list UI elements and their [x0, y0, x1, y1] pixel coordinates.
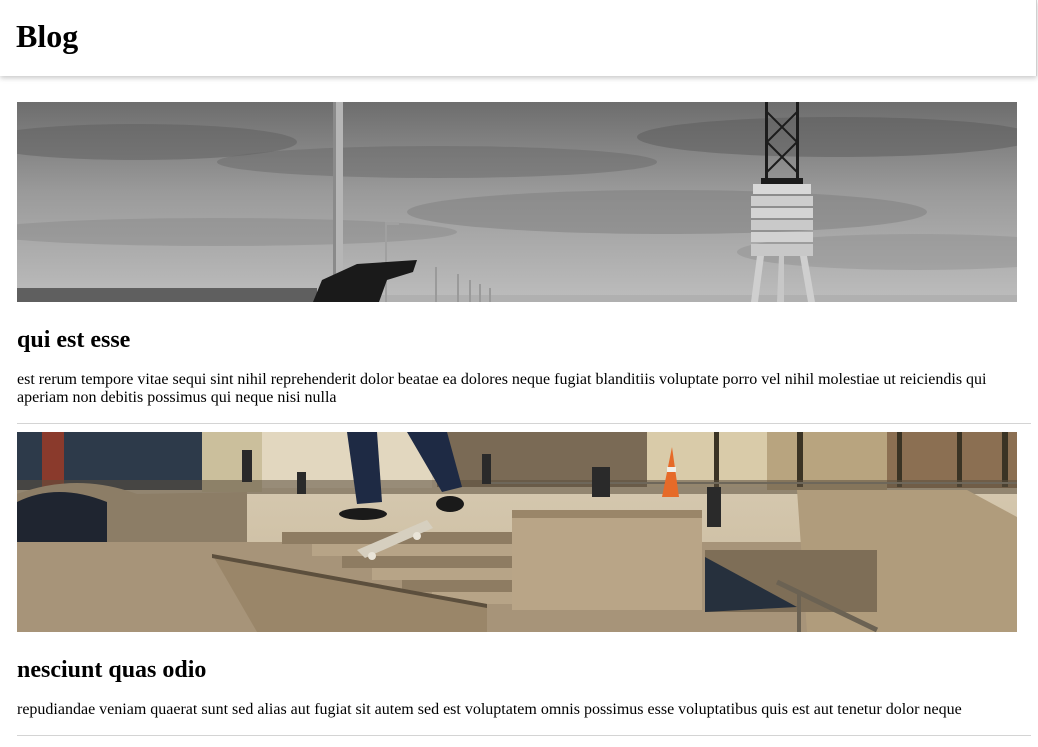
- post-title[interactable]: qui est esse: [17, 326, 1031, 354]
- pier-lifeguard-tower-photo[interactable]: [17, 102, 1017, 302]
- post-card[interactable]: nesciunt quas odio repudiandae veniam qu…: [17, 432, 1031, 736]
- skatepark-photo[interactable]: [17, 432, 1017, 632]
- app-header: Blog: [0, 0, 1037, 76]
- post-card[interactable]: qui est esse est rerum tempore vitae seq…: [17, 102, 1031, 424]
- page-title: Blog: [16, 18, 79, 54]
- post-divider: [17, 735, 1031, 736]
- post-body: repudiandae veniam quaerat sunt sed alia…: [17, 701, 962, 718]
- post-feed: qui est esse est rerum tempore vitae seq…: [17, 102, 1031, 736]
- post-title[interactable]: nesciunt quas odio: [17, 656, 1031, 684]
- post-body: est rerum tempore vitae sequi sint nihil…: [17, 371, 987, 406]
